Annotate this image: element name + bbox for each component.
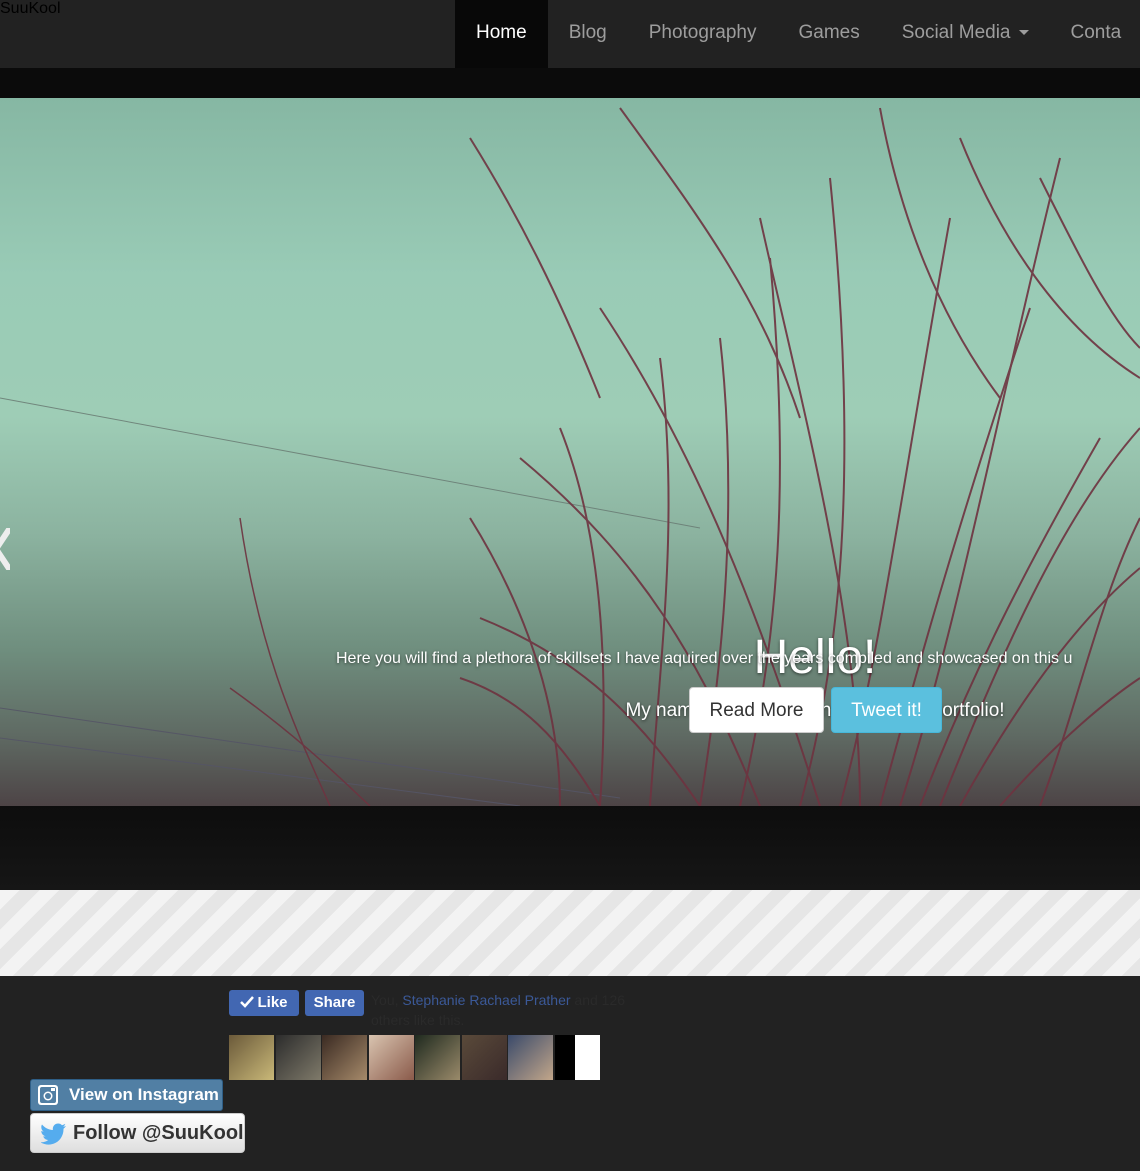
friend-avatar[interactable] bbox=[275, 1035, 321, 1080]
carousel-prev-icon[interactable] bbox=[0, 528, 10, 570]
friend-avatar[interactable] bbox=[508, 1035, 553, 1080]
nav-item-home[interactable]: Home bbox=[455, 0, 548, 68]
friend-avatar[interactable] bbox=[229, 1035, 274, 1080]
twitter-bird-icon bbox=[41, 1123, 66, 1145]
caret-down-icon bbox=[1018, 30, 1029, 36]
instagram-icon bbox=[38, 1085, 58, 1105]
instagram-button[interactable]: View on Instagram bbox=[30, 1079, 223, 1111]
twitter-follow-button[interactable]: Follow @SuuKool bbox=[30, 1113, 245, 1153]
hero-carousel: Hello! My name is SuuKool, and this is m… bbox=[0, 98, 1140, 806]
likes-prefix: You, bbox=[371, 992, 403, 1008]
twitter-follow-label: Follow @SuuKool bbox=[73, 1122, 244, 1144]
friend-avatar[interactable] bbox=[322, 1035, 367, 1080]
tweet-it-button[interactable]: Tweet it! bbox=[831, 687, 942, 733]
facebook-like-button[interactable]: Like bbox=[229, 990, 299, 1016]
hero-description: Here you will find a plethora of skillse… bbox=[336, 650, 1073, 667]
facebook-like-label: Like bbox=[257, 994, 288, 1011]
likes-name-link[interactable]: Stephanie Rachael Prather bbox=[402, 992, 570, 1008]
friend-avatar[interactable] bbox=[461, 1035, 507, 1080]
nav-item-social-media-label: Social Media bbox=[901, 22, 1011, 43]
friend-avatar[interactable] bbox=[554, 1035, 600, 1080]
nav-item-photography[interactable]: Photography bbox=[628, 0, 778, 68]
instagram-label: View on Instagram bbox=[69, 1085, 219, 1104]
check-icon bbox=[240, 996, 255, 1008]
read-more-button[interactable]: Read More bbox=[689, 687, 824, 733]
nav-item-blog[interactable]: Blog bbox=[548, 0, 628, 68]
friend-avatar[interactable] bbox=[415, 1035, 460, 1080]
nav-item-games[interactable]: Games bbox=[777, 0, 880, 68]
friend-avatar[interactable] bbox=[368, 1035, 414, 1080]
site-logo[interactable]: SuuKool bbox=[0, 0, 440, 18]
facebook-likes-text: You, Stephanie Rachael Prather and 126 o… bbox=[371, 990, 661, 1030]
logo-wrap: SuuKool bbox=[0, 0, 440, 112]
nav-item-contact[interactable]: Conta bbox=[1050, 0, 1140, 68]
facebook-friend-faces bbox=[229, 1035, 601, 1080]
main-nav: Home Blog Photography Games Social Media… bbox=[455, 0, 1140, 68]
facebook-share-button[interactable]: Share bbox=[305, 990, 364, 1016]
nav-item-social-media[interactable]: Social Media bbox=[881, 0, 1050, 68]
chevron-pattern-band bbox=[0, 890, 1140, 976]
dark-band bbox=[0, 806, 1140, 890]
